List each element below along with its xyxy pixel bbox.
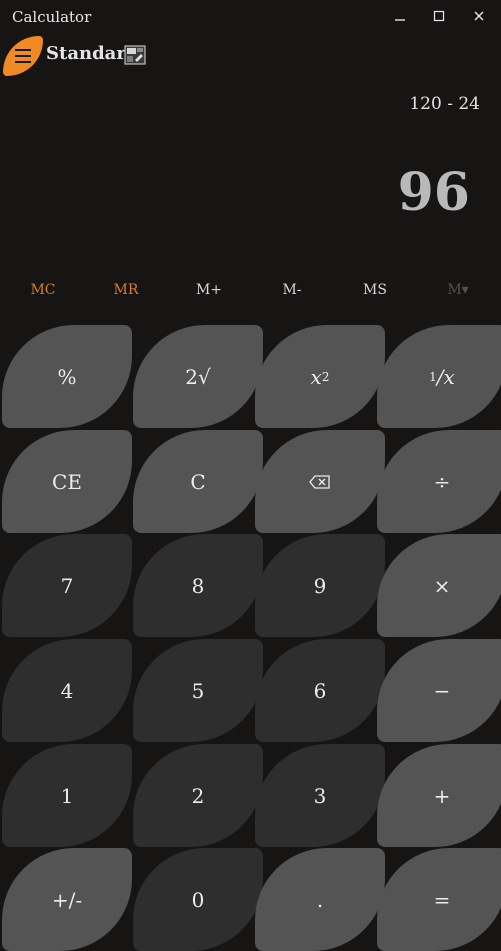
digit-0-key[interactable]: 0 bbox=[133, 848, 263, 951]
close-button[interactable] bbox=[460, 0, 498, 32]
divide-key-label: ÷ bbox=[433, 469, 451, 494]
digit-6-key-label: 6 bbox=[313, 678, 327, 703]
reciprocal-key-numerator: 1 bbox=[429, 369, 437, 384]
maximize-icon bbox=[433, 10, 445, 22]
multiply-key[interactable]: × bbox=[377, 534, 501, 637]
square-root-key[interactable]: 2√ bbox=[133, 325, 263, 428]
digit-8-key[interactable]: 8 bbox=[133, 534, 263, 637]
equals-key-label: = bbox=[433, 887, 451, 912]
negate-key[interactable]: +/- bbox=[2, 848, 132, 951]
negate-key-label: +/- bbox=[51, 887, 83, 912]
percent-key[interactable]: % bbox=[2, 325, 132, 428]
close-icon bbox=[474, 11, 484, 21]
digit-4-key[interactable]: 4 bbox=[2, 639, 132, 742]
title-bar: Calculator bbox=[0, 0, 501, 32]
digit-9-key[interactable]: 9 bbox=[255, 534, 385, 637]
decimal-key-label: . bbox=[316, 887, 324, 912]
memory-clear-button[interactable]: MC bbox=[13, 282, 73, 298]
expression-display: 120 - 24 bbox=[409, 94, 480, 114]
clear-key-label: C bbox=[190, 469, 206, 494]
result-display: 96 bbox=[397, 162, 470, 223]
digit-3-key-label: 3 bbox=[313, 783, 327, 808]
digit-5-key[interactable]: 5 bbox=[133, 639, 263, 742]
maximize-button[interactable] bbox=[420, 0, 458, 32]
divide-key[interactable]: ÷ bbox=[377, 430, 501, 533]
minimize-button[interactable] bbox=[381, 0, 419, 32]
clear-entry-key[interactable]: CE bbox=[2, 430, 132, 533]
clear-entry-key-label: CE bbox=[52, 469, 82, 494]
digit-1-key-label: 1 bbox=[60, 783, 74, 808]
digit-7-key-label: 7 bbox=[60, 573, 74, 598]
memory-list-button[interactable]: M▾ bbox=[428, 282, 488, 298]
hamburger-icon bbox=[15, 49, 31, 63]
backspace-key[interactable] bbox=[255, 430, 385, 533]
digit-8-key-label: 8 bbox=[191, 573, 205, 598]
backspace-icon bbox=[309, 474, 330, 489]
digit-5-key-label: 5 bbox=[191, 678, 205, 703]
digit-7-key[interactable]: 7 bbox=[2, 534, 132, 637]
digit-2-key-label: 2 bbox=[191, 783, 205, 808]
square-root-key-label: 2√ bbox=[185, 364, 211, 389]
add-key-label: + bbox=[433, 783, 451, 808]
digit-3-key[interactable]: 3 bbox=[255, 744, 385, 847]
multiply-key-label: × bbox=[433, 573, 451, 598]
digit-2-key[interactable]: 2 bbox=[133, 744, 263, 847]
square-key-superscript: 2 bbox=[321, 369, 330, 384]
subtract-key-label: − bbox=[433, 678, 451, 703]
keep-on-top-button[interactable] bbox=[123, 44, 147, 66]
reciprocal-key[interactable]: 1/x bbox=[377, 325, 501, 428]
reciprocal-key-denominator: /x bbox=[436, 364, 455, 389]
memory-add-button[interactable]: M+ bbox=[179, 282, 239, 298]
minimize-icon bbox=[395, 19, 405, 21]
memory-row: MC MR M+ M- MS M▾ bbox=[0, 282, 501, 304]
digit-1-key[interactable]: 1 bbox=[2, 744, 132, 847]
calculator-window: Calculator Standard 120 - 24 96 MC MR M+… bbox=[0, 0, 501, 951]
memory-recall-button[interactable]: MR bbox=[96, 282, 156, 298]
digit-0-key-label: 0 bbox=[191, 887, 205, 912]
memory-subtract-button[interactable]: M- bbox=[262, 282, 322, 298]
equals-key[interactable]: = bbox=[377, 848, 501, 951]
navigation-menu-button[interactable] bbox=[3, 36, 43, 76]
memory-store-button[interactable]: MS bbox=[345, 282, 405, 298]
percent-key-label: % bbox=[57, 364, 77, 389]
square-key-label: x bbox=[310, 364, 322, 389]
clear-key[interactable]: C bbox=[133, 430, 263, 533]
digit-6-key[interactable]: 6 bbox=[255, 639, 385, 742]
add-key[interactable]: + bbox=[377, 744, 501, 847]
window-title: Calculator bbox=[12, 8, 92, 26]
digit-9-key-label: 9 bbox=[313, 573, 327, 598]
square-key[interactable]: x2 bbox=[255, 325, 385, 428]
decimal-key[interactable]: . bbox=[255, 848, 385, 951]
digit-4-key-label: 4 bbox=[60, 678, 74, 703]
keep-on-top-icon bbox=[124, 45, 146, 65]
subtract-key[interactable]: − bbox=[377, 639, 501, 742]
